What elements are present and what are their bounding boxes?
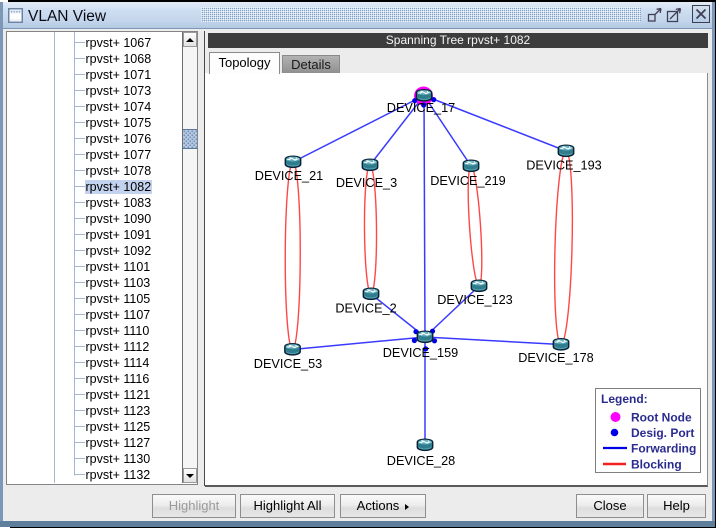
svg-text:DEVICE_2: DEVICE_2 bbox=[335, 302, 396, 316]
svg-text:Legend:: Legend: bbox=[601, 392, 648, 406]
svg-text:DEVICE_3: DEVICE_3 bbox=[336, 176, 397, 190]
svg-text:DEVICE_159: DEVICE_159 bbox=[383, 346, 458, 360]
svg-text:DEVICE_123: DEVICE_123 bbox=[437, 293, 512, 307]
svg-text:Forwarding: Forwarding bbox=[631, 442, 696, 456]
svg-text:Blocking: Blocking bbox=[631, 458, 682, 472]
svg-text:DEVICE_17: DEVICE_17 bbox=[387, 101, 455, 115]
svg-text:DEVICE_53: DEVICE_53 bbox=[254, 357, 322, 371]
svg-text:DEVICE_21: DEVICE_21 bbox=[255, 169, 323, 183]
svg-text:DEVICE_28: DEVICE_28 bbox=[387, 454, 455, 468]
svg-text:DEVICE_178: DEVICE_178 bbox=[518, 351, 593, 365]
svg-text:Root Node: Root Node bbox=[631, 411, 692, 425]
svg-text:DEVICE_193: DEVICE_193 bbox=[526, 159, 601, 173]
svg-text:DEVICE_219: DEVICE_219 bbox=[430, 174, 505, 188]
svg-text:Desig. Port: Desig. Port bbox=[631, 426, 694, 440]
